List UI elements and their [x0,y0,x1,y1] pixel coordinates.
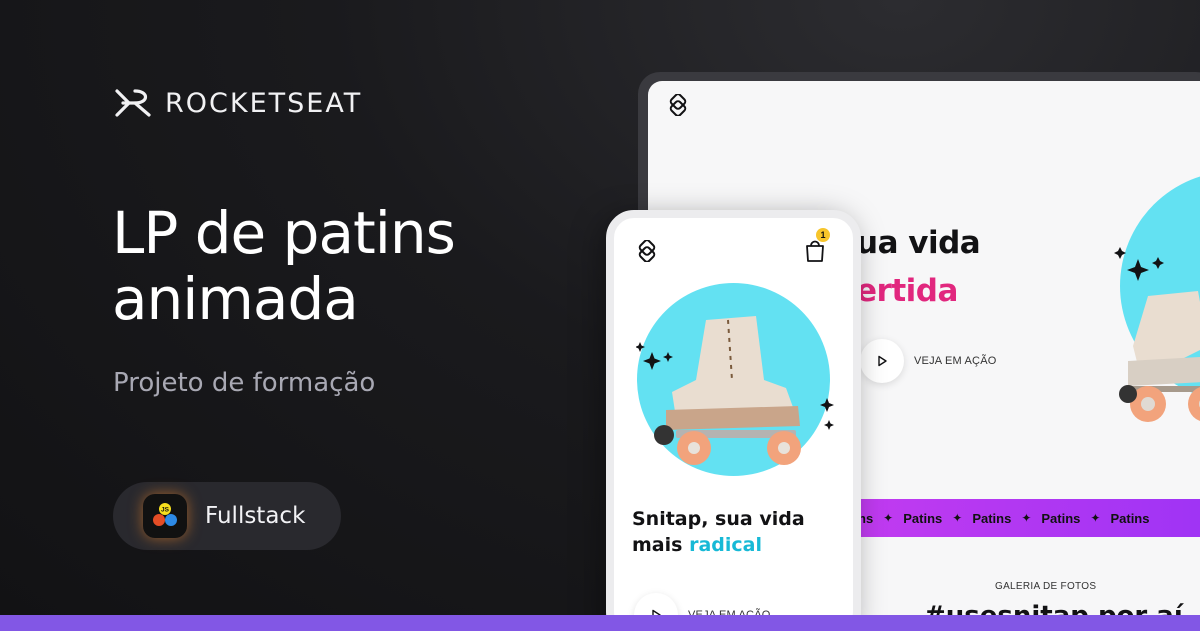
chip-label: Fullstack [205,503,306,529]
phone-headline-line-2: mais radical [632,532,805,558]
phone-headline-prefix: mais [632,534,683,556]
marquee-item: Patins [1110,510,1150,526]
marquee-item: Patins [1041,510,1081,526]
sparkle-icon: ✦ [1021,511,1032,525]
gallery-label: GALERIA DE FOTOS [995,581,1097,592]
subtitle: Projeto de formação [113,368,376,398]
cart-count-badge: 1 [816,228,830,242]
rocketseat-logo-icon [115,89,151,117]
page-title: LP de patins animada [112,200,542,332]
play-button[interactable] [860,339,904,383]
sparkle-icon: ✦ [883,511,894,525]
phone-headline-accent: radical [689,534,762,556]
marquee-item: Patins [903,510,943,526]
desktop-cta[interactable]: VEJA EM AÇÃO [860,339,996,383]
sparkle-icon: ✦ [952,511,963,525]
brand-name: ROCKETSEAT [165,87,363,119]
desktop-cta-label: VEJA EM AÇÃO [914,355,997,367]
fullstack-chip: JS Fullstack [113,482,341,550]
marquee-item: Patins [972,510,1012,526]
svg-text:JS: JS [161,507,170,514]
title-line-1: LP de patins [112,199,456,267]
desktop-headline: ua vida ertida [856,219,981,315]
desktop-headline-line-2: ertida [856,273,958,309]
play-icon [878,355,887,367]
js-stack-icon: JS [143,494,187,538]
roller-skate-image [1119,291,1200,422]
phone-mockup: 1 Snitap, sua vida mais radical VEJA EM … [606,210,861,631]
brand: ROCKETSEAT [113,87,362,119]
roller-skate-image [654,316,801,465]
phone-headline-line-1: Snitap, sua vida [632,508,805,530]
sparkle-icon: ✦ [1090,511,1101,525]
marquee-banner: ns ✦ Patins ✦ Patins ✦ Patins ✦ Patins [848,499,1200,537]
desktop-headline-line-1: ua vida [856,225,981,261]
bottom-accent-bar [0,615,1200,631]
snitap-logo-icon [669,94,687,116]
phone-headline: Snitap, sua vida mais radical [632,506,805,558]
snitap-logo-icon [638,240,656,262]
title-line-2: animada [112,265,359,333]
